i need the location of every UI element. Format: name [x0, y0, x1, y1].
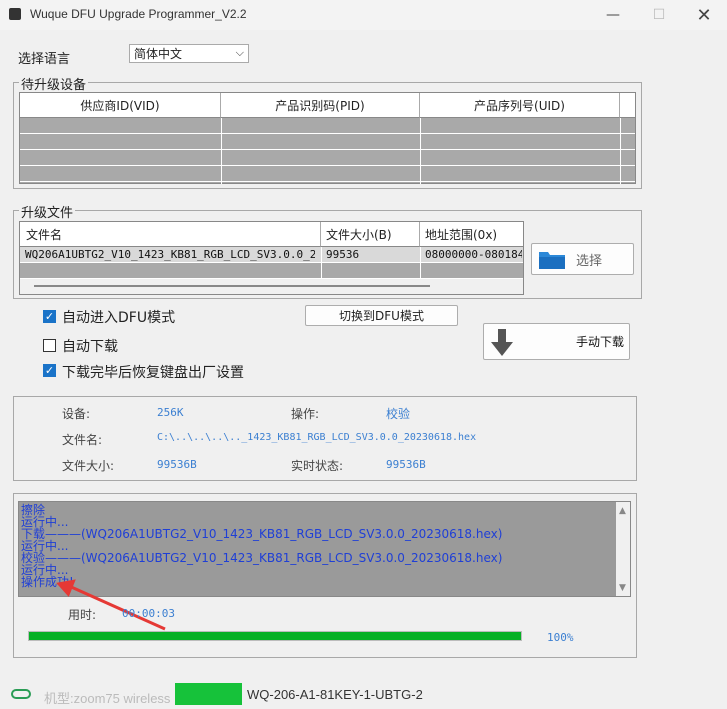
- select-file-button[interactable]: 选择: [531, 243, 634, 275]
- file-range-cell: 08000000-080184C2: [425, 248, 522, 261]
- folder-icon: [539, 252, 565, 269]
- restore-factory-label: 下载完毕后恢复键盘出厂设置: [62, 365, 244, 381]
- devices-col-uid[interactable]: 产品序列号(UID): [420, 93, 620, 118]
- file-name-cell: WQ206A1UBTG2_V10_1423_KB81_RGB_LCD_SV3.0…: [25, 248, 315, 261]
- timing-value: 00:00:03: [122, 607, 175, 620]
- devices-col-vid[interactable]: 供应商ID(VID): [20, 93, 221, 118]
- device-label: 设备:: [62, 407, 91, 421]
- scrollbar-thumb[interactable]: [34, 285, 430, 287]
- filesize-value: 99536B: [157, 458, 197, 471]
- files-group-title: 升级文件: [19, 202, 76, 221]
- log-scrollbar[interactable]: ▲ ▼: [616, 502, 630, 596]
- log-line: 下载———(WQ206A1UBTG2_V10_1423_KB81_RGB_LCD…: [21, 527, 503, 541]
- table-row: [20, 134, 635, 150]
- log-line: 校验———(WQ206A1UBTG2_V10_1423_KB81_RGB_LCD…: [21, 551, 503, 565]
- devices-table[interactable]: 供应商ID(VID) 产品识别码(PID) 产品序列号(UID): [19, 92, 636, 184]
- operation-label: 操作:: [291, 407, 320, 421]
- model-text: 机型:zoom75 wireless: [44, 691, 171, 706]
- language-label: 选择语言: [18, 52, 71, 67]
- auto-dfu-label: 自动进入DFU模式: [62, 310, 176, 326]
- language-selected-value: 简体中文: [134, 47, 183, 61]
- manual-download-button[interactable]: 手动下载: [483, 323, 630, 360]
- grid-line: [620, 118, 621, 184]
- devices-group-title: 待升级设备: [19, 74, 89, 93]
- language-select[interactable]: 简体中文 ⌵: [129, 44, 249, 63]
- table-row: [20, 150, 635, 166]
- file-size-cell: 99536: [326, 248, 360, 261]
- status-indicator: [175, 683, 242, 705]
- devices-col-spacer: [620, 93, 635, 118]
- auto-download-checkbox[interactable]: [43, 339, 56, 352]
- horizontal-scrollbar[interactable]: [20, 279, 523, 294]
- devices-col-pid[interactable]: 产品识别码(PID): [221, 93, 420, 118]
- device-value: 256K: [157, 406, 184, 419]
- table-row: [20, 166, 635, 182]
- model-code: WQ-206-A1-81KEY-1-UBTG-2: [247, 687, 423, 702]
- scroll-down-icon[interactable]: ▼: [619, 583, 626, 593]
- close-button[interactable]: ✕: [681, 0, 727, 30]
- grid-line: [321, 247, 322, 279]
- files-col-name[interactable]: 文件名: [20, 222, 321, 247]
- filename-label: 文件名:: [62, 433, 103, 447]
- auto-download-label: 自动下载: [62, 339, 118, 355]
- grid-line: [420, 247, 421, 279]
- download-arrow-icon: [491, 328, 513, 356]
- app-icon: [9, 8, 21, 20]
- table-row[interactable]: WQ206A1UBTG2_V10_1423_KB81_RGB_LCD_SV3.0…: [20, 247, 523, 263]
- restore-factory-checkbox[interactable]: ✓: [43, 364, 56, 377]
- red-arrow-annotation: [56, 579, 166, 631]
- progress-label: 100%: [547, 631, 574, 644]
- connection-toggle-icon: [11, 689, 31, 699]
- grid-line: [420, 118, 421, 184]
- files-table[interactable]: 文件名 文件大小(B) 地址范围(0x) WQ206A1UBTG2_V10_14…: [19, 221, 524, 295]
- minimize-button[interactable]: —: [590, 0, 636, 30]
- progress-bar: [28, 631, 522, 641]
- filesize-label: 文件大小:: [62, 459, 115, 473]
- table-row: [20, 118, 635, 134]
- auto-dfu-checkbox[interactable]: ✓: [43, 310, 56, 323]
- files-col-size[interactable]: 文件大小(B): [321, 222, 420, 247]
- grid-line: [221, 118, 222, 184]
- progress-fill: [29, 632, 521, 640]
- scroll-up-icon[interactable]: ▲: [619, 506, 626, 516]
- timing-label: 用时:: [68, 608, 97, 622]
- operation-value: 校验: [386, 407, 411, 421]
- files-col-range[interactable]: 地址范围(0x): [420, 222, 523, 247]
- status-value: 99536B: [386, 458, 426, 471]
- table-row: [20, 263, 523, 279]
- window-title: Wuque DFU Upgrade Programmer_V2.2: [30, 7, 247, 21]
- switch-dfu-button[interactable]: 切换到DFU模式: [305, 305, 458, 326]
- maximize-button[interactable]: ☐: [636, 0, 682, 30]
- manual-download-label: 手动下载: [576, 335, 625, 349]
- status-label: 实时状态:: [291, 459, 344, 473]
- filename-value: C:\..\..\..\.._1423_KB81_RGB_LCD_SV3.0.0…: [157, 432, 477, 443]
- chevron-down-icon: ⌵: [235, 46, 244, 59]
- select-file-label: 选择: [576, 253, 603, 269]
